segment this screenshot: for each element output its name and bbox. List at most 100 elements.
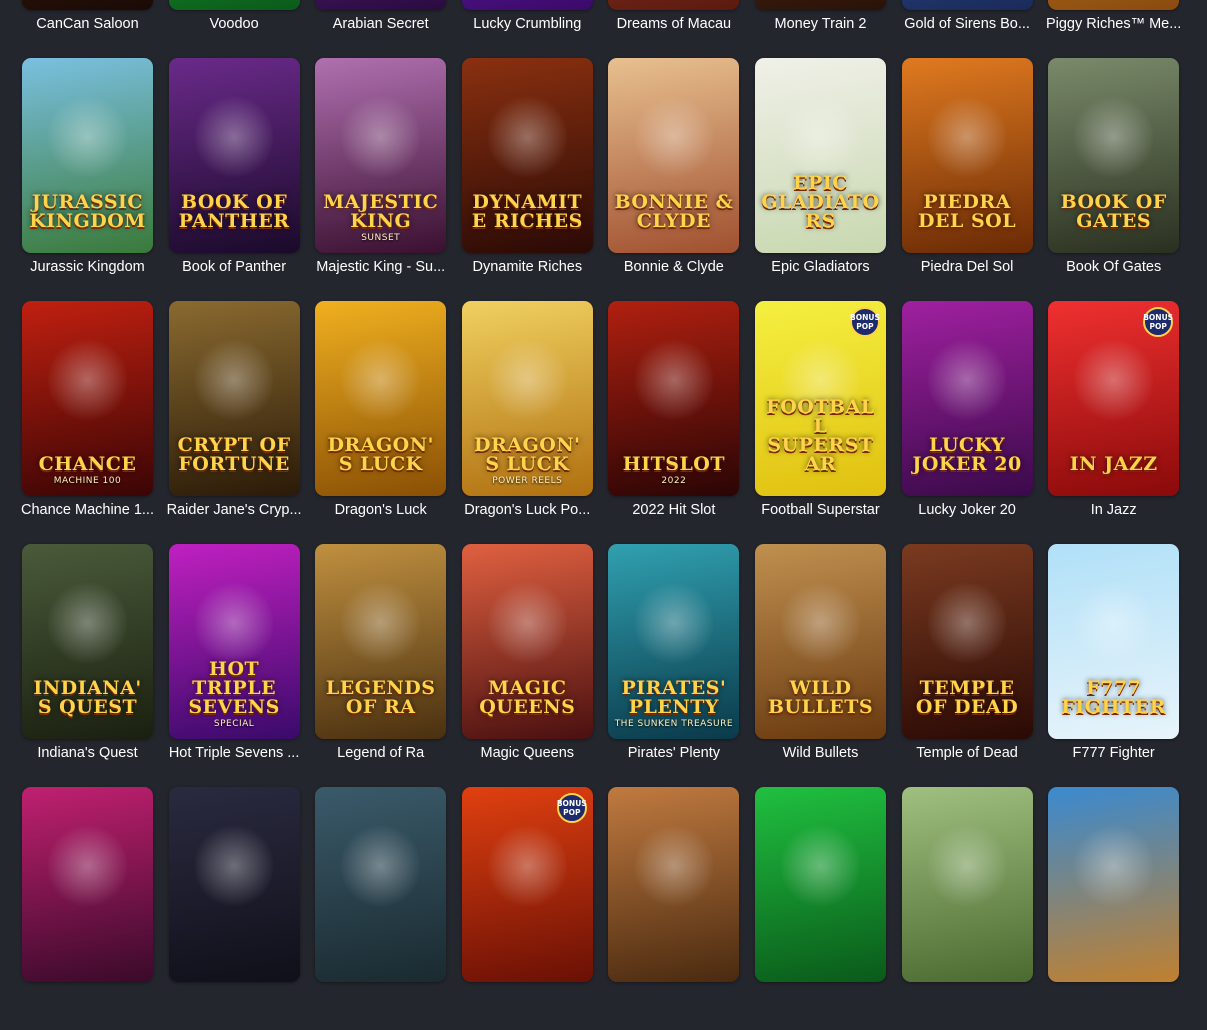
game-tile[interactable] bbox=[754, 787, 886, 1030]
game-thumbnail[interactable]: Chance machine 100 bbox=[22, 301, 153, 496]
game-title[interactable]: Money Train 2 bbox=[751, 16, 890, 32]
game-title[interactable]: Dreams of Macau bbox=[604, 16, 743, 32]
game-tile[interactable]: Book of Panther Book of Panther bbox=[168, 58, 300, 301]
game-title[interactable]: Jurassic Kingdom bbox=[18, 259, 157, 275]
game-thumbnail[interactable]: Legends of Ra bbox=[315, 544, 447, 739]
game-title[interactable]: Temple of Dead bbox=[898, 745, 1037, 761]
game-tile[interactable]: Dragon's Luck Dragon's Luck bbox=[315, 301, 447, 544]
game-title[interactable]: Majestic King - Su... bbox=[311, 259, 450, 275]
game-thumbnail[interactable]: Temple of Dead bbox=[901, 544, 1033, 739]
game-thumbnail[interactable]: Majestic King Sunset bbox=[315, 58, 447, 253]
game-thumbnail[interactable]: Jurassic Kingdom bbox=[22, 58, 153, 253]
game-title[interactable]: Magic Queens bbox=[458, 745, 597, 761]
game-title[interactable]: Book of Panther bbox=[165, 259, 304, 275]
game-thumbnail[interactable]: Pirates' Plenty The Sunken Treasure bbox=[608, 544, 740, 739]
game-tile[interactable]: Wild Bullets Wild Bullets bbox=[754, 544, 886, 787]
game-title[interactable]: 2022 Hit Slot bbox=[604, 502, 743, 518]
game-thumbnail[interactable] bbox=[1048, 787, 1180, 982]
game-tile[interactable]: Bonnie & Clyde Bonnie & Clyde bbox=[608, 58, 740, 301]
game-title[interactable]: Piedra Del Sol bbox=[898, 259, 1037, 275]
game-tile[interactable]: Voodoo bbox=[168, 0, 300, 58]
game-thumbnail[interactable] bbox=[901, 0, 1033, 10]
game-tile[interactable]: Lucky Crumbling bbox=[461, 0, 593, 58]
game-tile[interactable] bbox=[315, 787, 447, 1030]
game-tile[interactable]: Hot Triple Sevens Special Hot Triple Seven… bbox=[168, 544, 300, 787]
game-title[interactable]: Indiana's Quest bbox=[18, 745, 157, 761]
game-tile[interactable]: Dragon's Luck Power Reels Dragon's Luck Po… bbox=[461, 301, 593, 544]
game-tile[interactable] bbox=[1048, 787, 1180, 1030]
game-tile[interactable] bbox=[22, 787, 153, 1030]
game-title[interactable]: Epic Gladiators bbox=[751, 259, 890, 275]
game-thumbnail[interactable]: Dragon's Luck Power Reels bbox=[461, 301, 593, 496]
game-thumbnail[interactable]: Hot Triple Sevens Special bbox=[168, 544, 300, 739]
game-thumbnail[interactable] bbox=[168, 0, 300, 10]
game-thumbnail[interactable] bbox=[1048, 0, 1180, 10]
game-thumbnail[interactable]: Magic Queens bbox=[461, 544, 593, 739]
game-title[interactable]: Pirates' Plenty bbox=[604, 745, 743, 761]
game-tile[interactable]: CanCan Saloon bbox=[22, 0, 153, 58]
game-title[interactable]: Voodoo bbox=[165, 16, 304, 32]
game-tile[interactable]: Football Superstar BONUS POP Football Supe… bbox=[754, 301, 886, 544]
game-title[interactable]: Dynamite Riches bbox=[458, 259, 597, 275]
game-thumbnail[interactable]: Indiana's Quest bbox=[22, 544, 153, 739]
game-tile[interactable] bbox=[608, 787, 740, 1030]
game-tile[interactable]: Gold of Sirens Bo... bbox=[901, 0, 1033, 58]
game-tile[interactable]: BONUS POP bbox=[461, 787, 593, 1030]
game-thumbnail[interactable] bbox=[315, 787, 447, 982]
game-tile[interactable]: Pirates' Plenty The Sunken Treasure Pirate… bbox=[608, 544, 740, 787]
game-title[interactable]: Wild Bullets bbox=[751, 745, 890, 761]
game-tile[interactable]: Lucky Joker 20 Lucky Joker 20 bbox=[901, 301, 1033, 544]
game-tile[interactable]: Dreams of Macau bbox=[608, 0, 740, 58]
game-tile[interactable]: Book of Gates Book Of Gates bbox=[1048, 58, 1180, 301]
game-thumbnail[interactable]: Lucky Joker 20 bbox=[901, 301, 1033, 496]
game-tile[interactable]: Indiana's Quest Indiana's Quest bbox=[22, 544, 153, 787]
game-tile[interactable]: Jurassic Kingdom Jurassic Kingdom bbox=[22, 58, 153, 301]
game-title[interactable]: F777 Fighter bbox=[1044, 745, 1183, 761]
game-tile[interactable]: Dynamite Riches Dynamite Riches bbox=[461, 58, 593, 301]
game-tile[interactable]: In Jazz BONUS POP In Jazz bbox=[1048, 301, 1180, 544]
game-tile[interactable]: Crypt of Fortune Raider Jane's Cryp... bbox=[167, 301, 302, 544]
game-thumbnail[interactable]: Wild Bullets bbox=[754, 544, 886, 739]
game-thumbnail[interactable]: Bonnie & Clyde bbox=[608, 58, 740, 253]
game-title[interactable]: Piggy Riches™ Me... bbox=[1044, 16, 1183, 32]
game-tile[interactable]: Legends of Ra Legend of Ra bbox=[315, 544, 447, 787]
game-thumbnail[interactable]: Piedra Del Sol bbox=[901, 58, 1033, 253]
game-tile[interactable]: Epic Gladiators Epic Gladiators bbox=[754, 58, 886, 301]
game-thumbnail[interactable]: Book of Panther bbox=[168, 58, 300, 253]
game-title[interactable]: Dragon's Luck Po... bbox=[458, 502, 597, 518]
game-title[interactable]: In Jazz bbox=[1044, 502, 1183, 518]
game-thumbnail[interactable]: Dynamite Riches bbox=[461, 58, 593, 253]
game-tile[interactable] bbox=[168, 787, 300, 1030]
game-thumbnail[interactable] bbox=[168, 787, 300, 982]
game-title[interactable]: Gold of Sirens Bo... bbox=[898, 16, 1037, 32]
game-title[interactable]: Raider Jane's Cryp... bbox=[165, 502, 304, 518]
game-thumbnail[interactable] bbox=[22, 787, 153, 982]
game-tile[interactable]: Hitslot 2022 2022 Hit Slot bbox=[608, 301, 740, 544]
game-tile[interactable] bbox=[901, 787, 1033, 1030]
game-thumbnail[interactable]: Hitslot 2022 bbox=[608, 301, 740, 496]
game-tile[interactable]: Temple of Dead Temple of Dead bbox=[901, 544, 1033, 787]
game-tile[interactable]: Piedra Del Sol Piedra Del Sol bbox=[901, 58, 1033, 301]
game-title[interactable]: Football Superstar bbox=[751, 502, 890, 518]
game-title[interactable]: Bonnie & Clyde bbox=[604, 259, 743, 275]
game-thumbnail[interactable]: F777 Fighter bbox=[1048, 544, 1180, 739]
game-title[interactable]: Arabian Secret bbox=[311, 16, 450, 32]
game-thumbnail[interactable]: Football Superstar BONUS POP bbox=[754, 301, 886, 496]
game-thumbnail[interactable] bbox=[608, 787, 740, 982]
game-title[interactable]: Dragon's Luck bbox=[311, 502, 450, 518]
game-thumbnail[interactable]: In Jazz BONUS POP bbox=[1048, 301, 1180, 496]
game-title[interactable]: Lucky Joker 20 bbox=[898, 502, 1037, 518]
game-thumbnail[interactable] bbox=[754, 0, 886, 10]
game-tile[interactable]: F777 Fighter F777 Fighter bbox=[1048, 544, 1180, 787]
game-thumbnail[interactable]: Book of Gates bbox=[1048, 58, 1180, 253]
game-thumbnail[interactable] bbox=[608, 0, 740, 10]
game-tile[interactable]: Magic Queens Magic Queens bbox=[461, 544, 593, 787]
game-thumbnail[interactable]: Dragon's Luck bbox=[315, 301, 447, 496]
game-thumbnail[interactable]: BONUS POP bbox=[461, 787, 593, 982]
game-title[interactable]: Hot Triple Sevens ... bbox=[165, 745, 304, 761]
game-thumbnail[interactable] bbox=[22, 0, 153, 10]
game-tile[interactable]: Majestic King Sunset Majestic King - Su... bbox=[315, 58, 447, 301]
game-tile[interactable]: Arabian Secret bbox=[315, 0, 447, 58]
game-tile[interactable]: Chance machine 100 Chance Machine 1... bbox=[21, 301, 154, 544]
game-thumbnail[interactable]: Crypt of Fortune bbox=[168, 301, 300, 496]
